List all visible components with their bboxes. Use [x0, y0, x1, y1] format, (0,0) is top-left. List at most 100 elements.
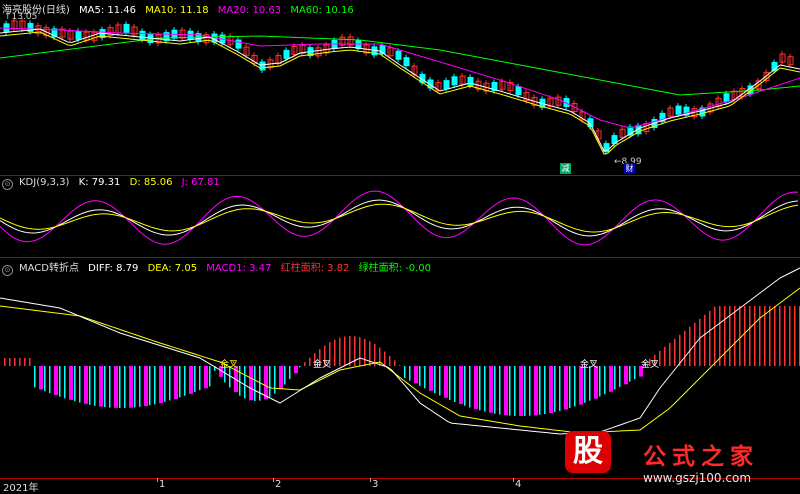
macd-histogram-bar [559, 366, 561, 411]
candle-body [443, 80, 450, 90]
macd-header: ⊙ MACD转折点 DIFF: 8.79 DEA: 7.05 MACD1: 3.4… [2, 259, 437, 276]
macd-histogram-bar [664, 346, 666, 366]
macd-histogram-bar [139, 366, 141, 407]
price-chart-panel[interactable]: 海亮股份(日线) MA5: 11.46 MA10: 11.18 MA20: 10… [0, 0, 800, 176]
indicator-settings-icon[interactable]: ⊙ [2, 179, 13, 190]
macd-histogram-bar [609, 366, 613, 392]
macd-histogram-bar [244, 366, 246, 399]
kdj-k-label: K: 79.31 [78, 177, 121, 188]
macd-histogram-bar [149, 366, 151, 406]
kdj-indicator-panel[interactable]: ⊙ KDJ(9,3,3) K: 79.31 D: 85.06 J: 67.81 [0, 176, 800, 258]
macd-histogram-bar [144, 366, 148, 407]
candle-body [123, 23, 130, 33]
macd-histogram-bar [594, 366, 598, 399]
candle-body [515, 86, 522, 96]
macd-histogram-bar [254, 366, 256, 401]
event-tag-finance[interactable]: 财 [624, 163, 635, 174]
macd-histogram-bar [504, 366, 508, 416]
candle-body [283, 49, 290, 59]
macd-histogram-bar [519, 366, 523, 416]
macd-histogram-bar [164, 366, 166, 402]
macd-histogram-bar [659, 350, 661, 366]
macd-histogram-bar [534, 366, 538, 416]
macd-histogram-bar [279, 366, 283, 390]
macd-histogram-bar [9, 358, 11, 366]
macd-histogram-bar [44, 366, 46, 392]
macd-histogram-bar [389, 355, 391, 366]
time-axis-tick [273, 478, 274, 482]
macd-histogram-bar [449, 366, 451, 400]
macd-histogram-bar [464, 366, 466, 406]
macd-histogram-bar [264, 366, 268, 400]
watermark-logo: 股 公式之家 www.gszj100.com [555, 427, 800, 493]
macd-histogram-bar [299, 366, 301, 368]
macd-histogram-bar [459, 366, 463, 404]
high-price-marker: ↑13.05 [4, 12, 38, 22]
macd-histogram-bar [39, 366, 43, 390]
candle-body [451, 76, 458, 86]
time-axis-tick [513, 478, 514, 482]
macd-histogram-bar [489, 366, 493, 413]
time-axis-tick [157, 478, 158, 482]
ma5-label: MA5: 11.46 [79, 5, 137, 16]
indicator-settings-icon[interactable]: ⊙ [2, 265, 13, 276]
macd-histogram-bar [604, 366, 606, 395]
macd-histogram-bar [204, 366, 208, 389]
macd-histogram-bar [699, 318, 701, 366]
macd-histogram-bar [779, 306, 781, 366]
macd-histogram-bar [184, 366, 186, 396]
macd-histogram-bar [574, 366, 576, 407]
macd-histogram-bar [354, 336, 356, 366]
candle-body [139, 30, 146, 40]
macd-histogram-bar [454, 366, 456, 402]
kdj-k-line [0, 199, 799, 237]
kdj-name: KDJ(9,3,3) [19, 177, 70, 188]
ma20-label: MA20: 10.63 [217, 5, 282, 16]
macd-histogram-bar [99, 366, 103, 407]
ma5-line [0, 28, 800, 152]
time-axis-label: 2 [275, 479, 282, 490]
candlestick-chart[interactable] [0, 0, 800, 176]
macd-histogram-bar [29, 358, 31, 366]
macd-histogram-bar [624, 366, 628, 385]
macd-histogram-bar [64, 366, 66, 399]
macd-histogram-bar [79, 366, 81, 403]
macd-histogram-bar [384, 351, 386, 366]
macd-histogram-bar [89, 366, 91, 405]
macd-histogram-bar [349, 336, 351, 366]
macd-histogram-bar [429, 366, 433, 391]
macd-histogram-bar [784, 306, 786, 366]
macd-histogram-bar [334, 339, 336, 366]
macd-histogram-bar [439, 366, 441, 396]
macd-histogram-bar [684, 330, 686, 366]
macd-histogram-bar [34, 366, 36, 388]
macd-histogram-bar [474, 366, 478, 409]
kdj-j-line [0, 190, 799, 246]
macd-histogram-bar [134, 366, 136, 408]
macd-histogram-bar [199, 366, 201, 391]
macd-diff-label: DIFF: 8.79 [88, 263, 139, 274]
macd-histogram-bar [369, 341, 371, 366]
macd-histogram-bar [499, 366, 501, 415]
macd-histogram-bar [289, 366, 291, 380]
macd-histogram-bar [74, 366, 76, 402]
golden-cross-label: 金叉 [220, 360, 239, 370]
macd-histogram-bar [734, 306, 736, 366]
macd-histogram-bar [364, 338, 366, 366]
macd-histogram-bar [719, 306, 721, 366]
candle-body [259, 61, 266, 71]
logo-icon: 股 [565, 431, 611, 473]
macd-histogram-bar [564, 366, 568, 410]
event-tag-reduce[interactable]: 减 [560, 163, 571, 174]
macd-histogram-bar [14, 358, 16, 366]
candle-body [403, 57, 410, 67]
macd-histogram-bar [19, 358, 21, 366]
macd-histogram-bar [119, 366, 121, 408]
macd-histogram-bar [714, 306, 716, 366]
logo-brand: 公式之家 [643, 444, 759, 470]
macd-histogram-bar [709, 310, 711, 366]
macd-histogram-bar [479, 366, 481, 411]
macd-histogram-bar [569, 366, 571, 409]
macd-histogram-bar [24, 358, 26, 366]
kdj-d-line [0, 203, 799, 233]
